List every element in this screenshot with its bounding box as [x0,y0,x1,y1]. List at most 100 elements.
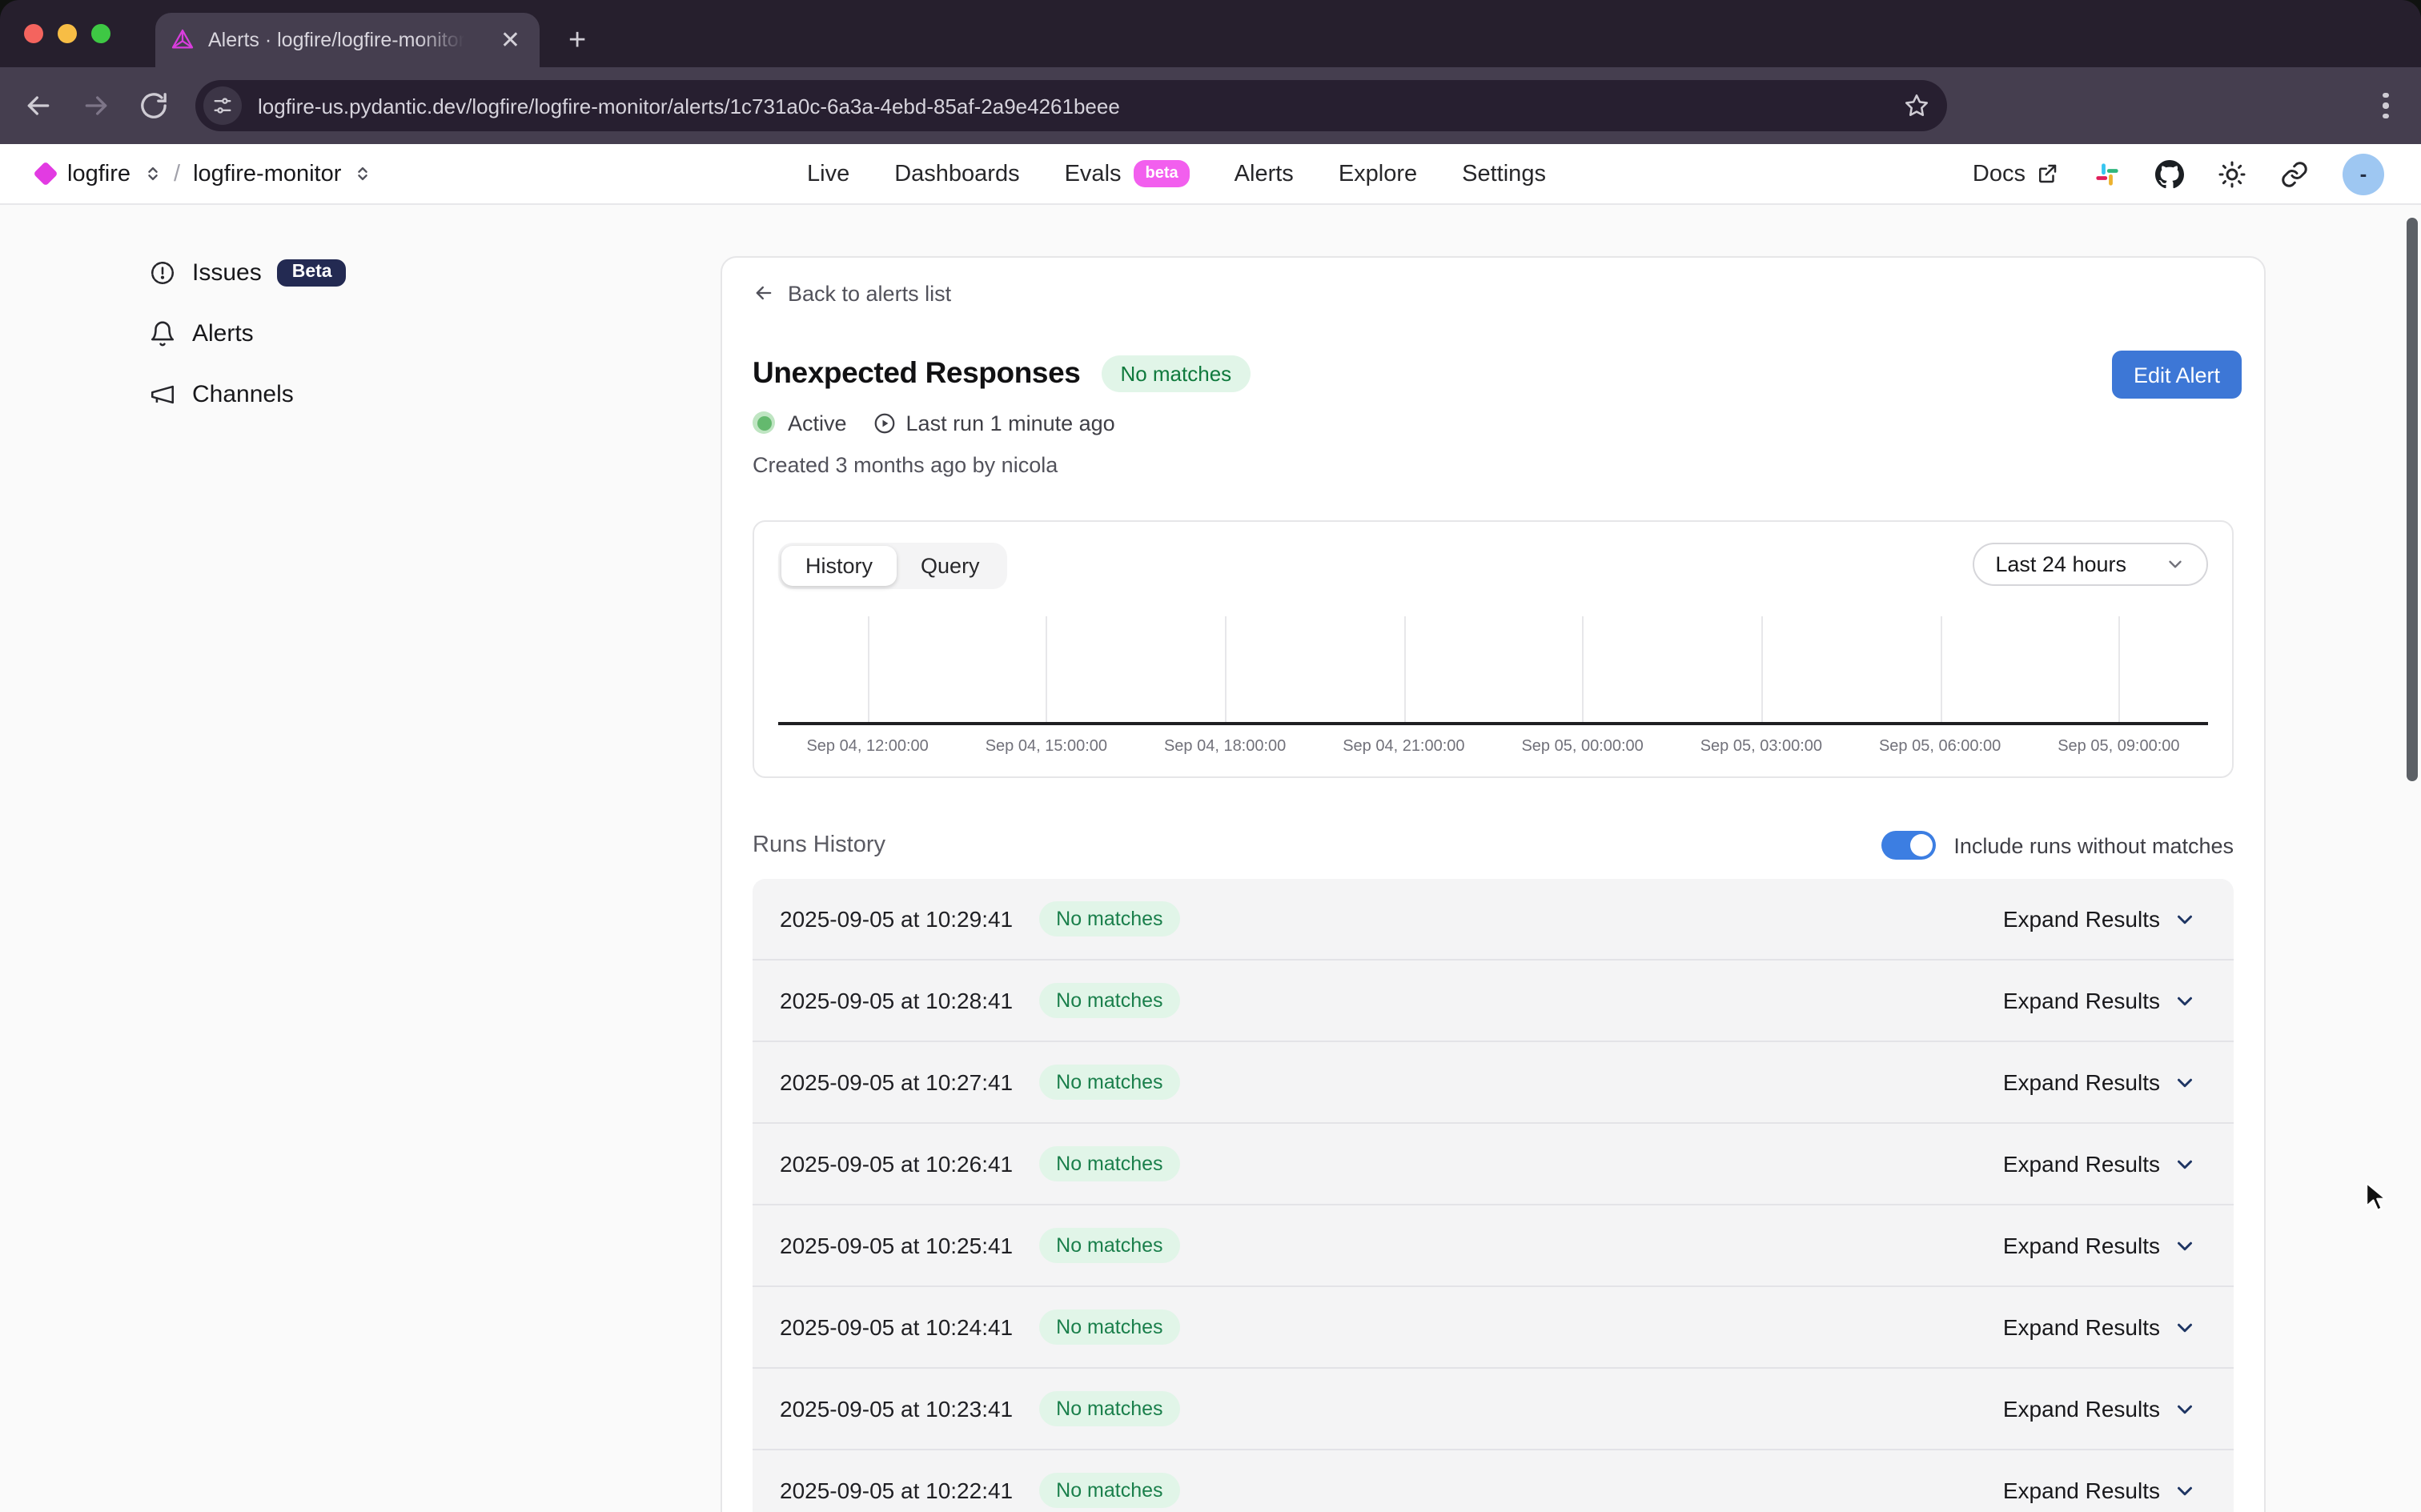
chevron-updown-icon[interactable] [143,165,161,182]
chevron-down-icon [2173,1397,2197,1421]
page-body: Issues Beta Alerts Channels Back to aler… [0,205,2421,1512]
nav-live[interactable]: Live [807,161,849,186]
chart-tick-label: Sep 05, 00:00:00 [1521,738,1643,756]
chart-gridline [1761,616,1763,722]
breadcrumb: logfire / logfire-monitor [37,161,371,186]
tab-history[interactable]: History [781,546,897,586]
minimize-window-button[interactable] [58,24,77,43]
share-link-icon[interactable] [2280,159,2309,188]
close-window-button[interactable] [24,24,43,43]
github-icon[interactable] [2155,159,2184,188]
tab-query[interactable]: Query [897,546,1004,586]
mouse-cursor [2365,1181,2392,1213]
back-icon[interactable] [22,90,54,122]
run-row: 2025-09-05 at 10:25:41 No matches Expand… [753,1205,2234,1287]
expand-results-button[interactable]: Expand Results [1993,1231,2206,1260]
page-scrollbar-thumb[interactable] [2407,218,2418,781]
expand-results-button[interactable]: Expand Results [1993,1394,2206,1423]
chart-tick-label: Sep 04, 12:00:00 [806,738,928,756]
chart-tick-label: Sep 05, 09:00:00 [2058,738,2179,756]
runs-chart: Sep 04, 12:00:00 Sep 04, 15:00:00 Sep 04… [778,616,2208,767]
megaphone-icon [149,380,176,407]
expand-results-button[interactable]: Expand Results [1993,1313,2206,1342]
expand-results-button[interactable]: Expand Results [1993,1068,2206,1097]
nav-dashboards[interactable]: Dashboards [894,161,1019,186]
chart-column: Sep 05, 03:00:00 [1672,616,1850,767]
browser-tab[interactable]: Alerts · logfire/logfire-monitor ✕ [155,13,540,67]
run-timestamp: 2025-09-05 at 10:23:41 [780,1396,1013,1422]
run-row: 2025-09-05 at 10:29:41 No matches Expand… [753,879,2234,961]
run-match-badge: No matches [1038,1391,1180,1426]
expand-results-button[interactable]: Expand Results [1993,986,2206,1015]
slack-icon[interactable] [2093,159,2122,188]
chevron-down-icon [2165,554,2186,575]
nav-evals[interactable]: Evals beta [1065,160,1190,187]
sidebar: Issues Beta Alerts Channels [149,253,347,413]
run-timestamp: 2025-09-05 at 10:27:41 [780,1069,1013,1095]
chevron-updown-icon[interactable] [354,165,371,182]
edit-alert-button[interactable]: Edit Alert [2112,351,2242,399]
chart-gridline [2118,616,2120,722]
include-runs-toggle[interactable] [1881,831,1936,860]
app-header: logfire / logfire-monitor Live Dashboard… [0,144,2421,205]
chart-column: Sep 05, 00:00:00 [1493,616,1672,767]
chart-column: Sep 04, 21:00:00 [1315,616,1493,767]
reload-icon[interactable] [138,90,170,122]
back-to-alerts-link[interactable]: Back to alerts list [753,282,2234,304]
tab-title: Alerts · logfire/logfire-monitor [208,29,465,51]
close-tab-icon[interactable]: ✕ [496,25,525,55]
zoom-window-button[interactable] [91,24,110,43]
new-tab-button[interactable]: + [559,22,596,59]
sidebar-item-channels[interactable]: Channels [149,375,347,413]
chart-x-axis [778,722,2208,725]
nav-settings[interactable]: Settings [1462,161,1546,186]
expand-results-button[interactable]: Expand Results [1993,904,2206,933]
run-row: 2025-09-05 at 10:22:41 No matches Expand… [753,1450,2234,1512]
address-bar[interactable]: logfire-us.pydantic.dev/logfire/logfire-… [195,80,1947,131]
play-circle-icon [873,411,897,435]
expand-results-button[interactable]: Expand Results [1993,1476,2206,1505]
chart-gridline [1403,616,1405,722]
docs-link[interactable]: Docs [1973,161,2059,186]
time-range-select[interactable]: Last 24 hours [1973,543,2208,586]
sidebar-item-issues[interactable]: Issues Beta [149,253,347,291]
chart-tick-label: Sep 04, 15:00:00 [986,738,1107,756]
bookmark-star-icon[interactable] [1902,91,1931,120]
forward-icon[interactable] [80,90,112,122]
issues-beta-badge: Beta [278,259,347,286]
active-status-dot [753,411,775,434]
chevron-down-icon [2173,1315,2197,1339]
run-match-badge: No matches [1038,983,1180,1018]
external-link-icon [2035,162,2059,186]
nav-alerts[interactable]: Alerts [1235,161,1294,186]
run-timestamp: 2025-09-05 at 10:25:41 [780,1233,1013,1258]
nav-explore[interactable]: Explore [1339,161,1417,186]
run-timestamp: 2025-09-05 at 10:28:41 [780,988,1013,1013]
project-selector[interactable]: logfire-monitor [193,161,341,186]
chart-gridline [1583,616,1584,722]
chart-column: Sep 04, 15:00:00 [957,616,1135,767]
chart-columns: Sep 04, 12:00:00 Sep 04, 15:00:00 Sep 04… [778,616,2208,767]
header-actions: Docs - [1973,153,2384,195]
run-row: 2025-09-05 at 10:28:41 No matches Expand… [753,961,2234,1042]
browser-menu-icon[interactable] [2378,90,2394,122]
last-run: Last run 1 minute ago [873,411,1115,435]
sidebar-item-alerts[interactable]: Alerts [149,314,347,352]
site-settings-icon[interactable] [203,86,242,125]
arrow-left-icon [753,282,775,304]
run-row: 2025-09-05 at 10:26:41 No matches Expand… [753,1124,2234,1205]
include-runs-control: Include runs without matches [1881,831,2234,860]
expand-results-button[interactable]: Expand Results [1993,1149,2206,1178]
user-avatar[interactable]: - [2343,153,2384,195]
run-row: 2025-09-05 at 10:24:41 No matches Expand… [753,1287,2234,1369]
theme-sun-icon[interactable] [2218,159,2246,188]
chevron-down-icon [2173,989,2197,1013]
chevron-down-icon [2173,1478,2197,1502]
run-timestamp: 2025-09-05 at 10:22:41 [780,1478,1013,1503]
run-match-badge: No matches [1038,901,1180,936]
run-match-badge: No matches [1038,1309,1180,1345]
runs-list: 2025-09-05 at 10:29:41 No matches Expand… [753,879,2234,1512]
org-selector[interactable]: logfire [67,161,130,186]
run-match-badge: No matches [1038,1228,1180,1263]
tab-strip: Alerts · logfire/logfire-monitor ✕ + [0,0,2421,67]
